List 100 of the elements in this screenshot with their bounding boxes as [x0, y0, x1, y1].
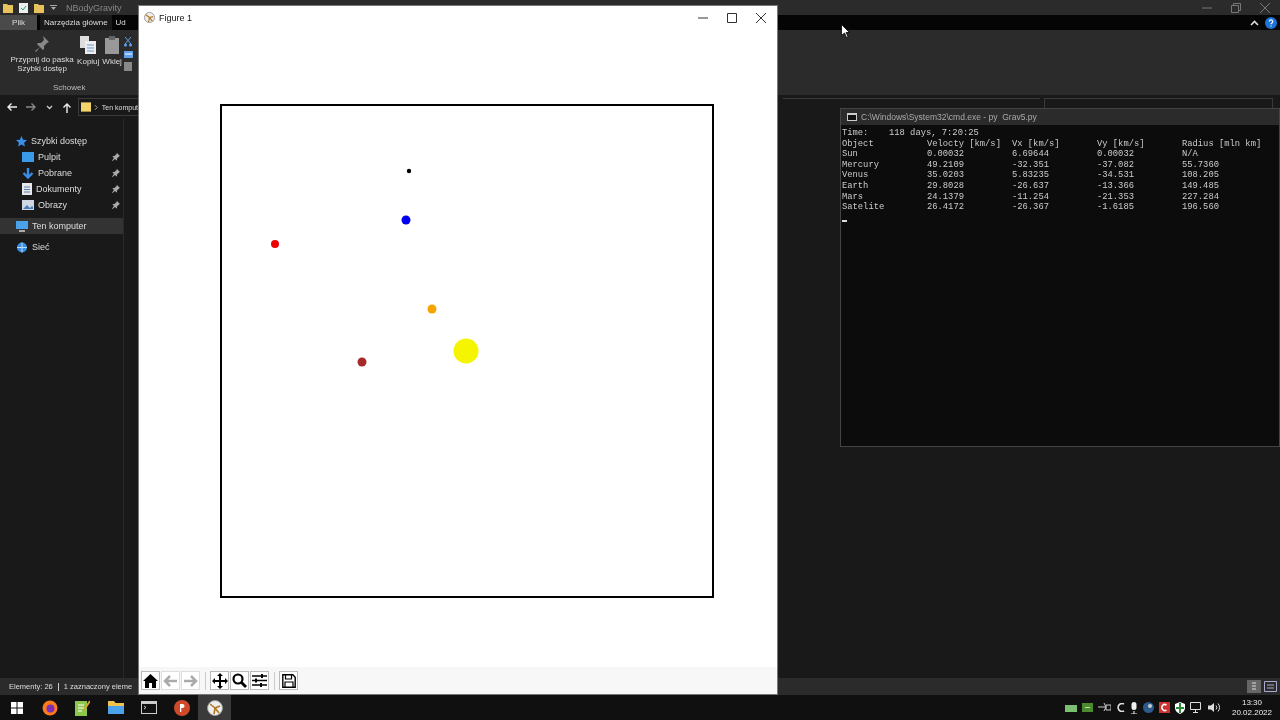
pin-icon[interactable] [112, 201, 120, 209]
table-cell-text: -26.367 [1012, 202, 1050, 213]
back-arrow-icon [163, 673, 178, 688]
table-cell-text: Satelite [842, 202, 886, 213]
copy-icon [80, 36, 97, 54]
move-icon [211, 672, 228, 689]
console-text: 118 days, 7:20:25 [889, 128, 979, 139]
pin-icon [35, 36, 50, 52]
scissors-icon[interactable] [123, 37, 132, 47]
console-text: Time: [842, 128, 870, 139]
nav-item[interactable]: Pulpit [0, 149, 123, 165]
folder-icon [107, 701, 124, 714]
table-cell-text: -11.254 [1012, 191, 1050, 203]
table-cell-text: Mars [842, 191, 865, 202]
nav-item[interactable]: Pobrane [0, 165, 123, 181]
column-header: Vy [km/s] [1097, 138, 1146, 150]
forward-arrow-icon[interactable] [26, 102, 37, 112]
folder-icon[interactable] [34, 2, 44, 13]
nav-item[interactable]: Sieć [0, 239, 123, 255]
nav-item[interactable]: Obrazy [0, 197, 123, 213]
column-header: Velocty [km/s] [927, 138, 1002, 150]
star-icon [16, 135, 27, 147]
nav-item[interactable]: Ten komputer [0, 218, 123, 234]
logo-icon [144, 12, 155, 23]
desktop-icon [22, 152, 34, 162]
up-arrow-icon[interactable] [62, 101, 72, 113]
table-cell-text: -37.082 [1097, 159, 1135, 171]
table-cell-text: 196.560 [1182, 202, 1220, 213]
caret-icon[interactable] [46, 104, 53, 110]
ribbon-tab[interactable]: Plik [0, 15, 37, 30]
clock[interactable]: 13:30 20.02.2022 [1231, 697, 1272, 718]
body-marker [427, 304, 437, 314]
ribbon-tab[interactable]: Narzędzia główne [40, 15, 112, 30]
speaker-icon[interactable] [1207, 702, 1221, 713]
back-arrow-icon[interactable] [6, 102, 17, 112]
badge-icon[interactable] [1158, 702, 1170, 713]
home-button[interactable] [141, 671, 160, 690]
nav-item[interactable]: Dokumenty [0, 181, 123, 197]
window-title: Figure 1 [159, 12, 193, 23]
microphone-icon[interactable] [1129, 701, 1138, 714]
maximize-icon[interactable] [727, 12, 737, 23]
close-icon[interactable] [756, 12, 766, 23]
pin-icon[interactable] [112, 169, 120, 177]
magnifier-icon [232, 673, 247, 688]
chevron-icon [94, 103, 99, 111]
configure-button[interactable] [250, 671, 269, 690]
table-cell-text: -26.637 [1012, 180, 1050, 192]
save-button[interactable] [279, 671, 298, 690]
notepad-icon [75, 699, 90, 716]
table-cell-text: -34.531 [1097, 170, 1135, 181]
ribbon-group-label: Schowek [52, 83, 86, 92]
image-icon [22, 200, 34, 210]
figure-taskbar-button[interactable] [198, 695, 231, 720]
table-cell-text: Mercury [842, 159, 880, 171]
nav-item[interactable]: Szybki dostęp [0, 133, 123, 149]
column-header: Vx [km/s] [1012, 138, 1061, 150]
sliders-icon [252, 673, 267, 688]
table-cell-text: -21.353 [1097, 191, 1135, 203]
pan-button[interactable] [210, 671, 229, 690]
table-cell-text: -32.351 [1012, 159, 1050, 171]
column-header: Radius [mln km] [1182, 138, 1263, 149]
ribbon-button[interactable]: Wklej [101, 36, 123, 66]
table-cell-text: 24.1379 [927, 191, 965, 203]
folder-icon[interactable] [3, 2, 13, 13]
help-icon[interactable] [1265, 16, 1277, 29]
table-cell-text: 149.485 [1182, 180, 1220, 192]
window-title: NBodyGravity [66, 2, 122, 13]
text-cursor [842, 219, 847, 222]
shield-icon[interactable] [1174, 701, 1185, 714]
chevron-icon[interactable] [1250, 19, 1259, 26]
clipboard-icon[interactable] [123, 62, 132, 71]
monitor-icon [16, 220, 28, 232]
table-cell-text: 49.2109 [927, 159, 965, 171]
body-marker [357, 357, 367, 367]
table-cell-text: 55.7360 [1182, 159, 1220, 171]
pin-icon[interactable] [112, 153, 120, 161]
plug-icon[interactable] [1097, 703, 1111, 712]
terminal-icon [140, 701, 157, 714]
table-cell-text: 0.00032 [927, 149, 965, 160]
ribbon-tab[interactable]: Ud [111, 15, 130, 30]
table-cell-text: 6.69644 [1012, 149, 1050, 160]
document-icon[interactable] [19, 2, 28, 13]
curve-icon[interactable] [1115, 703, 1125, 712]
table-cell-text: 35.0203 [927, 170, 965, 181]
ribbon-button[interactable]: Przypnij do paska Szybki dostęp [9, 36, 76, 73]
caret-icon[interactable] [50, 4, 57, 11]
tiles-view-icon[interactable] [1264, 681, 1277, 692]
windows-icon [10, 701, 23, 714]
ribbon-button[interactable]: Kopiuj [76, 36, 101, 66]
floppy-icon [281, 673, 296, 688]
zoom-button[interactable] [230, 671, 249, 690]
table-cell-text: 29.8028 [927, 180, 965, 192]
restore-icon[interactable] [1231, 2, 1241, 13]
table-cell-text: Venus [842, 170, 870, 181]
network-icon[interactable] [1189, 702, 1203, 713]
pin-icon[interactable] [112, 185, 120, 193]
presentation-icon [173, 699, 190, 716]
chip-icon[interactable] [1081, 703, 1093, 712]
folder-icon [81, 102, 92, 112]
table-cell-text: -13.366 [1097, 180, 1135, 192]
